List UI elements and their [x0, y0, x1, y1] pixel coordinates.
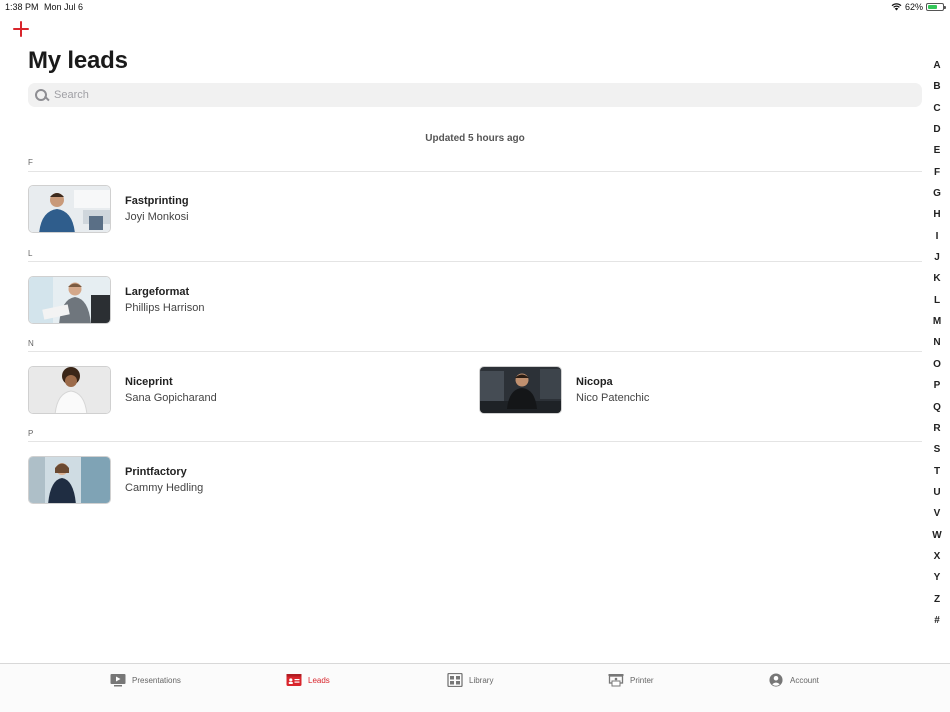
section-header-p: P: [28, 429, 34, 438]
index-letter[interactable]: E: [934, 143, 941, 164]
lead-photo: [28, 276, 111, 324]
lead-photo: [479, 366, 562, 414]
printer-icon: [608, 674, 624, 687]
index-letter[interactable]: B: [933, 79, 940, 100]
status-indicators: 62%: [891, 2, 946, 12]
index-letter[interactable]: D: [933, 122, 940, 143]
lead-photo: [28, 456, 111, 504]
index-letter[interactable]: G: [933, 186, 941, 207]
index-letter[interactable]: H: [933, 207, 940, 228]
account-icon: [769, 673, 783, 687]
index-letter[interactable]: J: [934, 250, 940, 271]
battery-percent: 62%: [904, 2, 923, 12]
section-header-n: N: [28, 339, 34, 348]
index-letter[interactable]: T: [934, 464, 940, 485]
alphabet-index[interactable]: A B C D E F G H I J K L M N O P Q R S T U V W X Y Z #: [930, 58, 944, 634]
search-icon: [34, 88, 48, 102]
leads-icon: [286, 674, 302, 686]
index-letter[interactable]: Z: [934, 592, 940, 613]
tab-leads[interactable]: Leads: [286, 673, 330, 687]
tab-printer[interactable]: Printer: [608, 673, 654, 687]
tab-label: Leads: [308, 675, 330, 685]
lead-company: Nicopa: [576, 376, 613, 388]
lead-person: Nico Patenchic: [576, 392, 650, 404]
index-letter[interactable]: I: [936, 229, 939, 250]
section-divider: [28, 441, 922, 442]
tab-label: Library: [469, 675, 494, 685]
section-divider: [28, 351, 922, 352]
section-header-f: F: [28, 158, 33, 167]
tab-library[interactable]: Library: [447, 673, 493, 687]
add-lead-button[interactable]: [12, 20, 30, 38]
tab-presentations[interactable]: Presentations: [110, 673, 181, 687]
lead-person: Phillips Harrison: [125, 302, 205, 314]
tab-account[interactable]: Account: [768, 673, 819, 687]
page-title: My leads: [28, 47, 128, 74]
battery-icon: [926, 3, 946, 11]
updated-status: Updated 5 hours ago: [425, 133, 525, 144]
section-divider: [28, 261, 922, 262]
index-letter[interactable]: S: [934, 442, 941, 463]
index-letter[interactable]: C: [933, 101, 940, 122]
lead-photo: [28, 366, 111, 414]
index-letter[interactable]: L: [934, 293, 940, 314]
index-letter[interactable]: O: [933, 357, 941, 378]
library-icon: [447, 673, 463, 687]
lead-person: Sana Gopicharand: [125, 392, 217, 404]
presentation-icon: [110, 674, 126, 687]
index-letter[interactable]: Q: [933, 400, 941, 421]
index-letter[interactable]: K: [933, 271, 940, 292]
index-letter[interactable]: F: [934, 165, 940, 186]
lead-company: Printfactory: [125, 466, 187, 478]
lead-item-fastprinting[interactable]: Fastprinting Joyi Monkosi: [28, 185, 189, 233]
search-bar[interactable]: [28, 83, 922, 107]
index-letter[interactable]: N: [933, 335, 940, 356]
status-time: 1:38 PM: [5, 2, 39, 12]
index-letter[interactable]: W: [932, 528, 941, 549]
section-header-l: L: [28, 249, 33, 258]
index-letter[interactable]: U: [933, 485, 940, 506]
index-letter[interactable]: P: [934, 378, 941, 399]
lead-photo: [28, 185, 111, 233]
tab-label: Presentations: [132, 675, 181, 685]
index-letter[interactable]: R: [933, 421, 940, 442]
lead-item-nicopa[interactable]: Nicopa Nico Patenchic: [479, 366, 649, 414]
lead-company: Fastprinting: [125, 195, 189, 207]
status-bar: 1:38 PM Mon Jul 6 62%: [0, 0, 950, 14]
index-letter[interactable]: M: [933, 314, 941, 335]
wifi-icon: [891, 3, 902, 11]
lead-item-niceprint[interactable]: Niceprint Sana Gopicharand: [28, 366, 217, 414]
index-letter[interactable]: X: [934, 549, 941, 570]
index-letter[interactable]: #: [934, 613, 940, 634]
lead-item-printfactory[interactable]: Printfactory Cammy Hedling: [28, 456, 203, 504]
lead-company: Largeformat: [125, 286, 190, 298]
status-date: Mon Jul 6: [44, 2, 84, 12]
lead-person: Joyi Monkosi: [125, 211, 189, 223]
tab-bar: Presentations Leads Library Printer Acco…: [0, 663, 950, 712]
lead-person: Cammy Hedling: [125, 482, 204, 494]
index-letter[interactable]: V: [934, 506, 941, 527]
index-letter[interactable]: Y: [934, 570, 941, 591]
index-letter[interactable]: A: [933, 58, 940, 79]
lead-item-largeformat[interactable]: Largeformat Phillips Harrison: [28, 276, 204, 324]
section-divider: [28, 171, 922, 172]
tab-label: Printer: [630, 675, 654, 685]
lead-company: Niceprint: [125, 376, 173, 388]
search-input[interactable]: [54, 89, 904, 101]
tab-label: Account: [790, 675, 819, 685]
